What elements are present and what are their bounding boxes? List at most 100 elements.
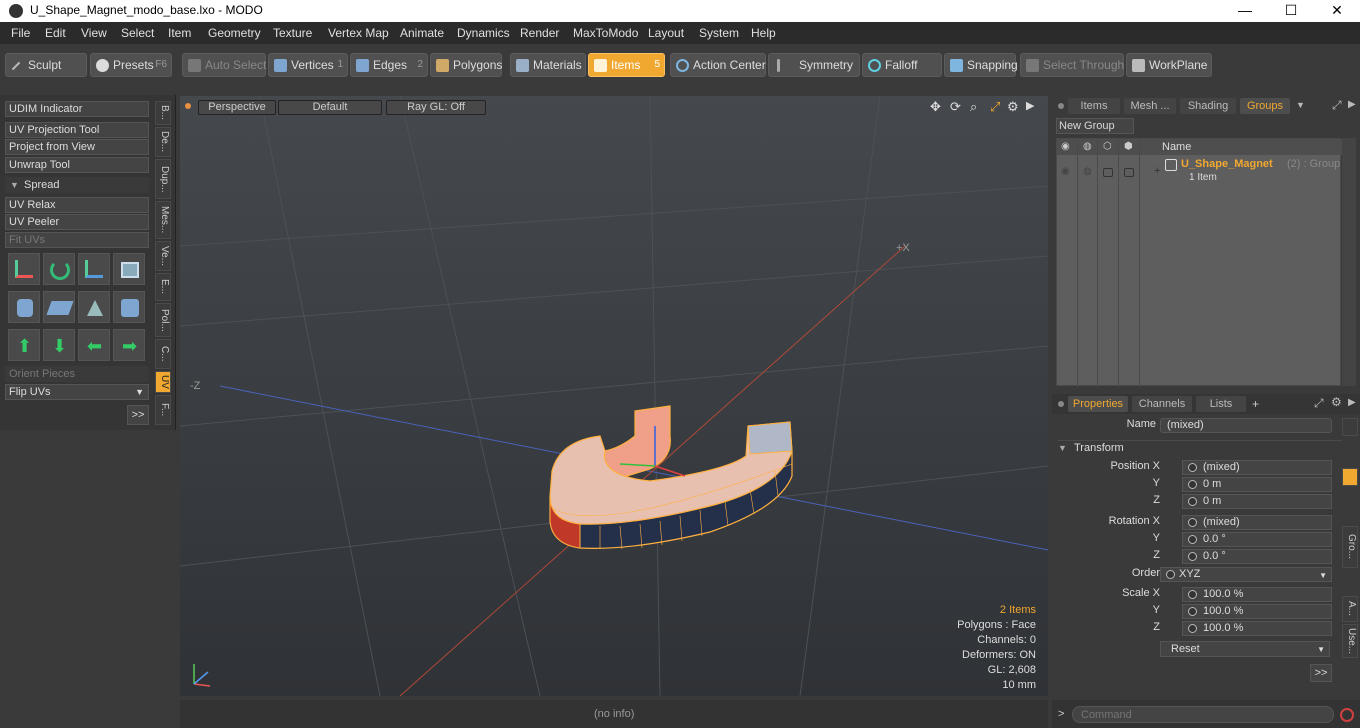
move-up-button[interactable]: ⬆ — [8, 329, 40, 361]
gear-icon[interactable]: ⚙ — [1331, 395, 1342, 409]
tab-duplicate[interactable]: Dup... — [155, 159, 171, 199]
uv-planar-button[interactable] — [43, 291, 75, 323]
select-icon[interactable]: ⬢ — [1124, 141, 1133, 152]
tab-assembly[interactable]: A... — [1342, 596, 1358, 622]
more-tools-button[interactable]: >> — [127, 405, 149, 425]
keyframe-dot-icon[interactable] — [1188, 518, 1197, 527]
tab-mesh-edit[interactable]: Mes... — [155, 201, 171, 239]
sculpt-button[interactable]: Sculpt — [5, 53, 87, 77]
position-z-field[interactable]: 0 m — [1182, 494, 1332, 509]
play-arrow-icon[interactable]: ▶ — [1026, 99, 1034, 112]
move-right-button[interactable]: ➡ — [113, 329, 145, 361]
uv-transform-tool-button[interactable] — [8, 253, 40, 285]
udim-indicator-button[interactable]: UDIM Indicator — [5, 101, 149, 117]
tab-lists[interactable]: Lists — [1196, 396, 1246, 412]
edges-button[interactable]: Edges 2 — [350, 53, 428, 77]
tab-vertex[interactable]: Ve... — [155, 241, 171, 271]
move-down-button[interactable]: ⬇ — [43, 329, 75, 361]
tab-polygon[interactable]: Pol... — [155, 303, 171, 337]
chevron-down-icon[interactable]: ▼ — [1296, 100, 1305, 110]
3d-viewport[interactable]: Perspective Default Ray GL: Off ✥ ⟳ ⌕ ⤢ … — [180, 96, 1048, 696]
menu-view[interactable]: View — [81, 26, 107, 40]
materials-button[interactable]: Materials — [510, 53, 586, 77]
orbit-icon[interactable]: ⟳ — [950, 99, 961, 115]
tab-shading[interactable]: Shading — [1180, 98, 1236, 114]
expand-panel-icon[interactable]: ⤢ — [1332, 98, 1342, 113]
uv-perspective-button[interactable] — [78, 291, 110, 323]
tab-edge[interactable]: E... — [155, 273, 171, 301]
rotation-order-dropdown[interactable]: XYZ ▼ — [1160, 567, 1332, 582]
flip-uvs-dropdown[interactable]: Flip UVs ▼ — [5, 384, 149, 400]
view-type-dropdown[interactable]: Perspective — [198, 100, 276, 115]
record-macro-icon[interactable] — [1340, 708, 1354, 722]
keyframe-dot-icon[interactable] — [1188, 590, 1197, 599]
keyframe-dot-icon[interactable] — [1188, 535, 1197, 544]
menu-layout[interactable]: Layout — [648, 26, 684, 40]
uv-cylinder-button[interactable] — [8, 291, 40, 323]
minimize-button[interactable]: — — [1222, 0, 1268, 22]
scale-y-field[interactable]: 100.0 % — [1182, 604, 1332, 619]
fit-view-icon[interactable]: ⤢ — [990, 99, 1000, 115]
menu-item[interactable]: Item — [168, 26, 191, 40]
group-row-u-shape-magnet[interactable]: ◉ ◍ + U_Shape_Magnet (2) : Group 1 Item — [1057, 157, 1342, 187]
uv-move-tool-button[interactable] — [78, 253, 110, 285]
uv-rotate-tool-button[interactable] — [43, 253, 75, 285]
orient-pieces-button[interactable]: Orient Pieces — [5, 366, 149, 382]
transform-section-header[interactable]: ▼ Transform — [1058, 440, 1342, 456]
vertices-button[interactable]: Vertices 1 — [268, 53, 348, 77]
tab-fusion[interactable]: F... — [155, 395, 171, 425]
keyframe-dot-icon[interactable] — [1188, 497, 1197, 506]
command-input[interactable] — [1072, 706, 1334, 723]
symmetry-button[interactable]: Symmetry — [768, 53, 860, 77]
select-through-button[interactable]: Select Through — [1020, 53, 1124, 77]
menu-help[interactable]: Help — [751, 26, 776, 40]
keyframe-dot-icon[interactable] — [1188, 624, 1197, 633]
maximize-button[interactable]: ☐ — [1268, 0, 1314, 22]
expand-plus-icon[interactable]: + — [1154, 165, 1160, 177]
scale-x-field[interactable]: 100.0 % — [1182, 587, 1332, 602]
render-icon[interactable]: ◍ — [1083, 166, 1092, 177]
menu-texture[interactable]: Texture — [273, 26, 312, 40]
tab-uv[interactable]: UV — [155, 371, 171, 393]
name-field[interactable]: (mixed) — [1160, 418, 1332, 433]
select-checkbox[interactable] — [1124, 168, 1134, 177]
tab-right-active[interactable] — [1342, 468, 1358, 486]
gear-icon[interactable]: ⚙ — [1007, 99, 1019, 115]
close-button[interactable]: ✕ — [1314, 0, 1360, 22]
groups-scrollbar[interactable] — [1342, 138, 1356, 386]
menu-vertex-map[interactable]: Vertex Map — [328, 26, 389, 40]
visibility-eye-icon[interactable]: ◉ — [1061, 141, 1070, 152]
menu-edit[interactable]: Edit — [45, 26, 66, 40]
position-y-field[interactable]: 0 m — [1182, 477, 1332, 492]
uv-atlas-button[interactable] — [113, 291, 145, 323]
name-column-header[interactable]: Name — [1162, 141, 1191, 153]
viewport-menu-dot-icon[interactable] — [185, 103, 191, 109]
move-left-button[interactable]: ⬅ — [78, 329, 110, 361]
tab-groups-vertical[interactable]: Gro... — [1342, 526, 1358, 568]
rotation-x-field[interactable]: (mixed) — [1182, 515, 1332, 530]
items-button[interactable]: Items 5 — [588, 53, 665, 77]
tab-properties[interactable]: Properties — [1068, 396, 1128, 412]
unwrap-tool-button[interactable]: Unwrap Tool — [5, 157, 149, 173]
visibility-eye-icon[interactable]: ◉ — [1061, 166, 1070, 177]
position-x-field[interactable]: (mixed) — [1182, 460, 1332, 475]
auto-select-button[interactable]: Auto Select — [182, 53, 266, 77]
panel-menu-dot-icon[interactable] — [1058, 401, 1064, 407]
lock-checkbox[interactable] — [1103, 168, 1113, 177]
menu-maxtomodo[interactable]: MaxToModo — [573, 26, 638, 40]
panel-arrow-icon[interactable]: ▶ — [1348, 397, 1356, 408]
raygl-toggle[interactable]: Ray GL: Off — [386, 100, 486, 115]
new-group-button[interactable]: New Group — [1056, 118, 1134, 134]
uv-peeler-button[interactable]: UV Peeler — [5, 214, 149, 230]
uv-box-tool-button[interactable] — [113, 253, 145, 285]
uv-projection-tool-button[interactable]: UV Projection Tool — [5, 122, 149, 138]
project-from-view-button[interactable]: Project from View — [5, 139, 149, 155]
snapping-button[interactable]: Snapping — [944, 53, 1018, 77]
uv-relax-button[interactable]: UV Relax — [5, 197, 149, 213]
tab-right-1[interactable] — [1342, 418, 1358, 436]
shading-dropdown[interactable]: Default — [278, 100, 382, 115]
render-icon[interactable]: ◍ — [1083, 141, 1092, 152]
keyframe-dot-icon[interactable] — [1166, 570, 1175, 579]
keyframe-dot-icon[interactable] — [1188, 607, 1197, 616]
menu-animate[interactable]: Animate — [400, 26, 444, 40]
